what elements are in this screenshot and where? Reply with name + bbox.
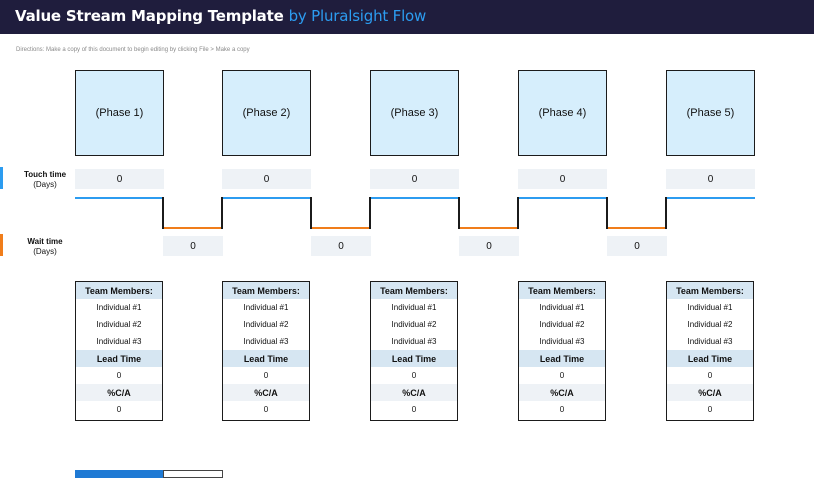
team-card-1: Team Members: Individual #1 Individual #… (75, 281, 163, 421)
wait-time-cell-3[interactable]: 0 (459, 236, 519, 256)
summary-box[interactable] (163, 470, 223, 478)
team-members-header: Team Members: (76, 282, 162, 299)
team-members-header: Team Members: (371, 282, 457, 299)
lead-time-header: Lead Time (519, 350, 605, 367)
pca-header: %C/A (223, 384, 309, 401)
pca-header: %C/A (76, 384, 162, 401)
team-member-item[interactable]: Individual #2 (519, 316, 605, 333)
pca-value[interactable]: 0 (667, 401, 753, 418)
pca-value[interactable]: 0 (371, 401, 457, 418)
team-member-item[interactable]: Individual #3 (519, 333, 605, 350)
wait-time-cell-2[interactable]: 0 (311, 236, 371, 256)
team-members-header: Team Members: (667, 282, 753, 299)
pca-value[interactable]: 0 (76, 401, 162, 418)
lead-time-header: Lead Time (76, 350, 162, 367)
team-member-item[interactable]: Individual #3 (371, 333, 457, 350)
team-members-header: Team Members: (519, 282, 605, 299)
lead-time-header: Lead Time (667, 350, 753, 367)
team-member-item[interactable]: Individual #1 (223, 299, 309, 316)
lead-time-value[interactable]: 0 (371, 367, 457, 384)
team-member-item[interactable]: Individual #2 (76, 316, 162, 333)
pca-header: %C/A (519, 384, 605, 401)
lead-time-value[interactable]: 0 (76, 367, 162, 384)
team-member-item[interactable]: Individual #1 (519, 299, 605, 316)
pca-header: %C/A (371, 384, 457, 401)
team-member-item[interactable]: Individual #3 (667, 333, 753, 350)
team-member-item[interactable]: Individual #2 (223, 316, 309, 333)
team-member-item[interactable]: Individual #2 (371, 316, 457, 333)
team-members-header: Team Members: (223, 282, 309, 299)
pca-value[interactable]: 0 (519, 401, 605, 418)
lead-time-value[interactable]: 0 (519, 367, 605, 384)
team-member-item[interactable]: Individual #2 (667, 316, 753, 333)
lead-time-header: Lead Time (223, 350, 309, 367)
pca-header: %C/A (667, 384, 753, 401)
team-member-item[interactable]: Individual #1 (76, 299, 162, 316)
team-member-item[interactable]: Individual #3 (223, 333, 309, 350)
lead-time-value[interactable]: 0 (223, 367, 309, 384)
team-member-item[interactable]: Individual #1 (371, 299, 457, 316)
wait-time-cell-4[interactable]: 0 (607, 236, 667, 256)
team-card-4: Team Members: Individual #1 Individual #… (518, 281, 606, 421)
pca-value[interactable]: 0 (223, 401, 309, 418)
wait-time-cell-1[interactable]: 0 (163, 236, 223, 256)
lead-time-value[interactable]: 0 (667, 367, 753, 384)
team-member-item[interactable]: Individual #3 (76, 333, 162, 350)
lead-time-header: Lead Time (371, 350, 457, 367)
team-card-5: Team Members: Individual #1 Individual #… (666, 281, 754, 421)
summary-bar[interactable] (75, 470, 163, 478)
team-card-2: Team Members: Individual #1 Individual #… (222, 281, 310, 421)
team-card-3: Team Members: Individual #1 Individual #… (370, 281, 458, 421)
team-member-item[interactable]: Individual #1 (667, 299, 753, 316)
